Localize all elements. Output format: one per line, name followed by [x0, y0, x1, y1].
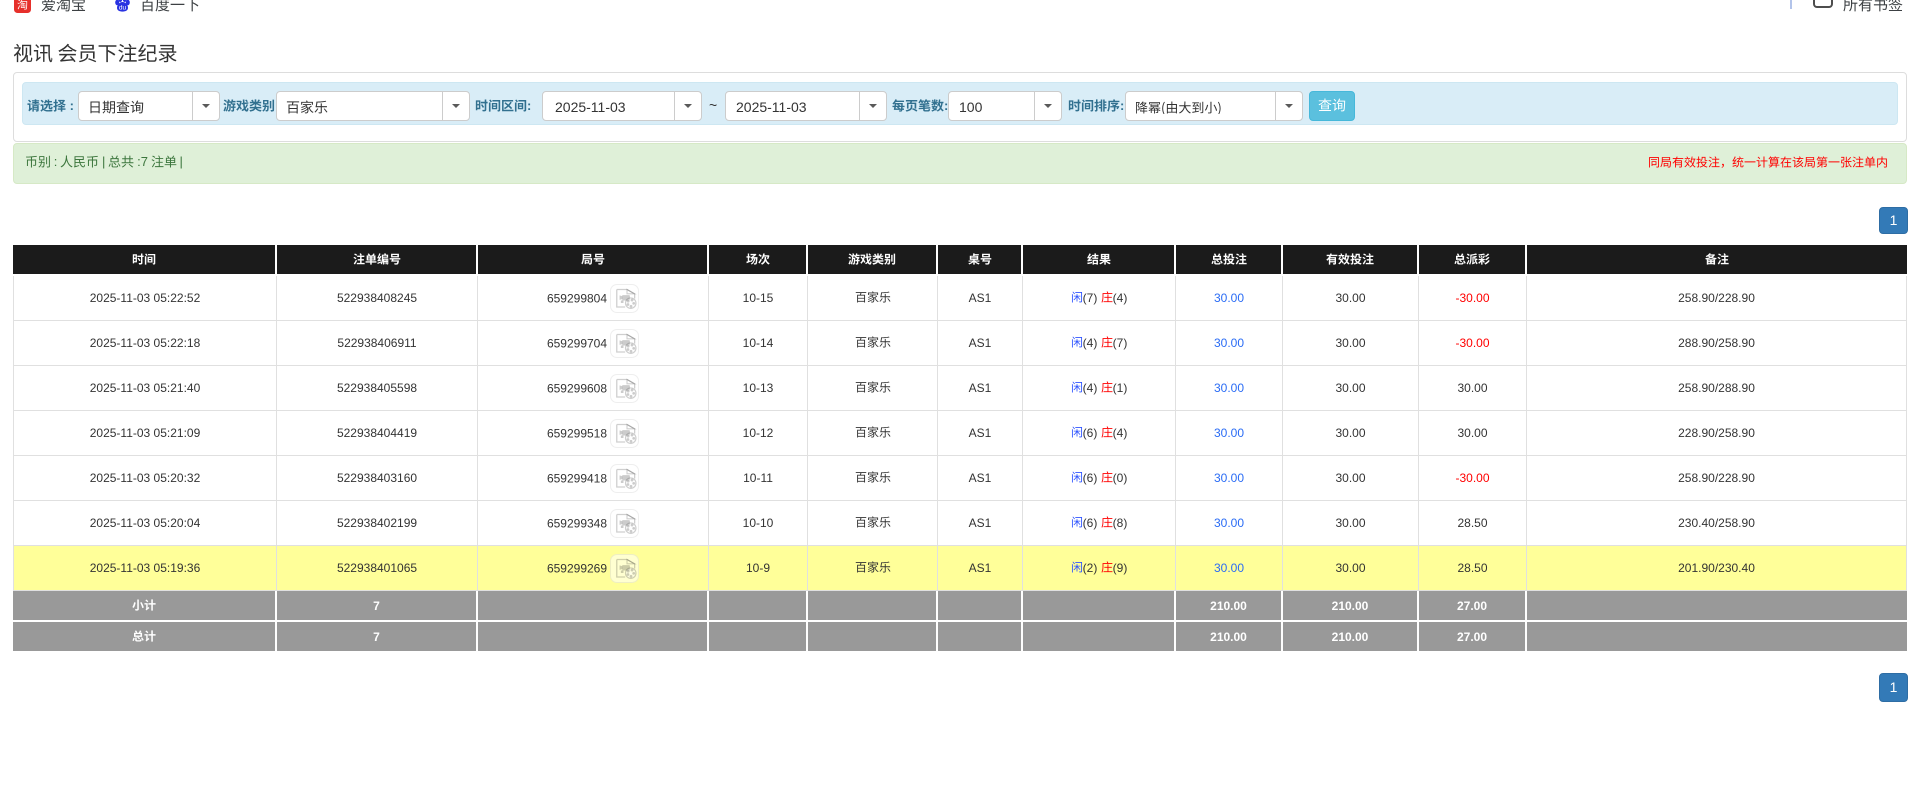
- svg-text:du: du: [119, 4, 127, 11]
